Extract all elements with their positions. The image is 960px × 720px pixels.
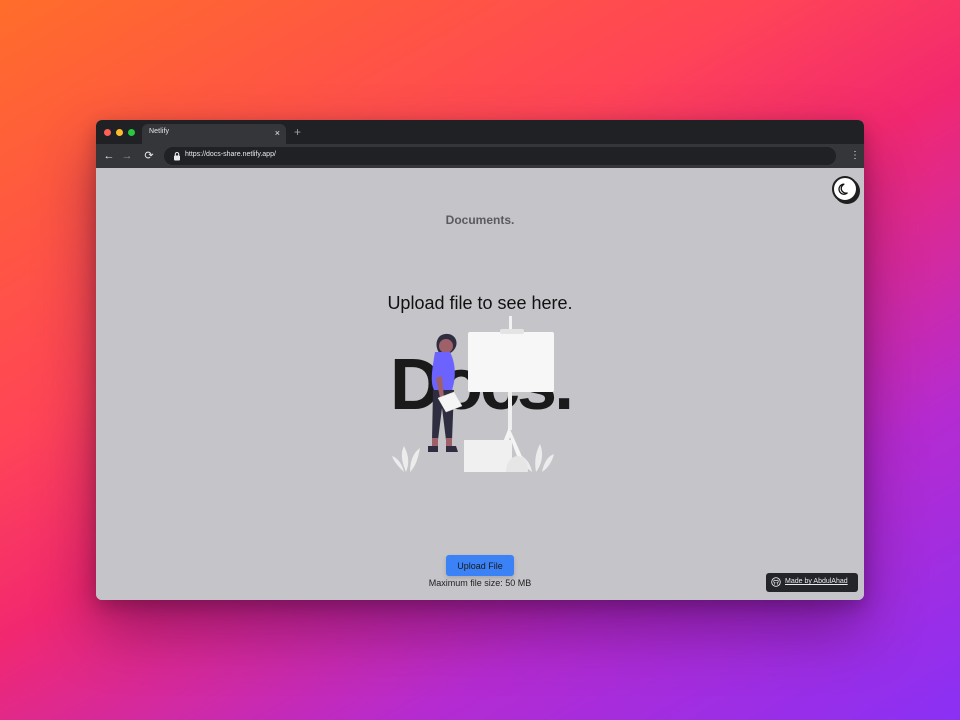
page-content: Documents. Upload file to see here. Docs… [96, 168, 864, 600]
credit-text: Made by AbdulAhad [785, 578, 848, 585]
address-bar[interactable]: https://docs-share.netlify.app/ [164, 147, 836, 165]
page-brand-title: Documents. [445, 213, 515, 227]
tab-close-icon[interactable]: × [275, 127, 280, 139]
github-icon [771, 577, 781, 587]
made-by-credit-link[interactable]: Made by AbdulAhad [766, 573, 858, 592]
max-file-size-note: Maximum file size: 50 MB [428, 578, 532, 588]
browser-window: Netlify × + ← → ⟳ https://docs-share.net… [96, 120, 864, 600]
browser-toolbar: ← → ⟳ https://docs-share.netlify.app/ ⋮ [96, 144, 864, 168]
moon-icon [838, 183, 848, 195]
maximize-window-button[interactable] [128, 129, 135, 136]
upload-file-button[interactable]: Upload File [446, 555, 514, 576]
browser-menu-icon[interactable]: ⋮ [850, 149, 860, 163]
close-window-button[interactable] [104, 129, 111, 136]
back-arrow-icon[interactable]: ← [102, 149, 116, 163]
forward-arrow-icon[interactable]: → [120, 149, 134, 163]
empty-state-illustration: Docs. [390, 316, 574, 472]
tab-title: Netlify [149, 128, 170, 135]
new-tab-icon[interactable]: + [294, 126, 301, 138]
reload-icon[interactable]: ⟳ [142, 149, 156, 163]
browser-tab[interactable]: Netlify × [142, 124, 286, 144]
lock-icon [174, 152, 180, 161]
theme-toggle-button[interactable] [832, 176, 858, 202]
empty-state-title: Upload file to see here. [387, 293, 573, 313]
url-text: https://docs-share.netlify.app/ [185, 151, 276, 158]
minimize-window-button[interactable] [116, 129, 123, 136]
tab-bar: Netlify × + [96, 120, 864, 144]
